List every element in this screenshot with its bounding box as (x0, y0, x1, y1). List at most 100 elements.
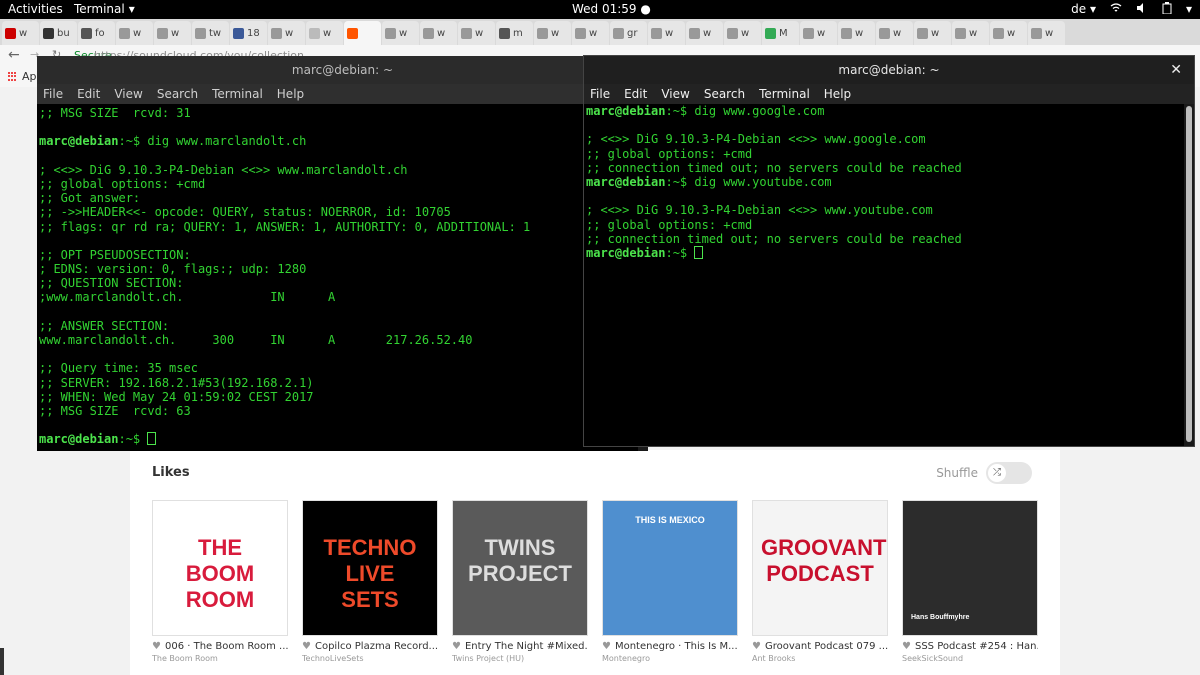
browser-tab[interactable]: w (420, 21, 457, 45)
menu-item-view[interactable]: View (661, 87, 689, 101)
close-icon[interactable]: ✕ (1170, 56, 1182, 84)
browser-tab[interactable]: m (496, 21, 533, 45)
tab-favicon-icon (651, 27, 662, 39)
track-card[interactable]: THIS IS MEXICO ♥ Montenegro · This Is M...… (602, 500, 738, 663)
keyboard-layout[interactable]: de ▾ (1071, 2, 1096, 17)
terminal-2-output[interactable]: marc@debian:~$ dig www.google.com; <<>> … (586, 104, 1182, 446)
track-title-row[interactable]: ♥ 006 · The Boom Room ... (152, 641, 288, 652)
terminal-2-scrollbar[interactable] (1184, 104, 1194, 446)
track-cover-art[interactable]: TWINS PROJECT (452, 500, 588, 636)
browser-tab[interactable]: w (914, 21, 951, 45)
heart-icon[interactable]: ♥ (152, 641, 161, 652)
shuffle-toggle[interactable]: ⤮ (986, 462, 1032, 484)
terminal-1-titlebar[interactable]: marc@debian: ~ (37, 56, 648, 84)
shuffle-control[interactable]: Shuffle ⤮ (936, 462, 1032, 484)
heart-icon[interactable]: ♥ (752, 641, 761, 652)
track-user[interactable]: Ant Brooks (752, 654, 888, 663)
track-user[interactable]: Twins Project (HU) (452, 654, 588, 663)
menu-item-edit[interactable]: Edit (624, 87, 647, 101)
activities-button[interactable]: Activities (8, 2, 63, 16)
back-arrow-icon[interactable]: ← (8, 47, 20, 63)
track-cover-art[interactable]: TECHNO LIVE SETS (302, 500, 438, 636)
browser-tab[interactable]: w (306, 21, 343, 45)
browser-tab[interactable]: w (534, 21, 571, 45)
heart-icon[interactable]: ♥ (902, 641, 911, 652)
heart-icon[interactable]: ♥ (602, 641, 611, 652)
heart-icon[interactable]: ♥ (302, 641, 311, 652)
browser-tab[interactable]: w (648, 21, 685, 45)
track-title-row[interactable]: ♥ Montenegro · This Is M... (602, 641, 738, 652)
browser-tab[interactable]: w (268, 21, 305, 45)
menu-item-terminal[interactable]: Terminal (759, 87, 810, 101)
browser-tab[interactable]: gr (610, 21, 647, 45)
terminal-window-1[interactable]: marc@debian: ~ File Edit View Search Termina… (37, 56, 648, 451)
track-user[interactable]: TechnoLiveSets (302, 654, 438, 663)
menu-item-file[interactable]: File (590, 87, 610, 101)
menu-item-file[interactable]: File (43, 87, 63, 101)
menu-item-search[interactable]: Search (704, 87, 745, 101)
menu-item-search[interactable]: Search (157, 87, 198, 101)
browser-tab[interactable]: w (458, 21, 495, 45)
menu-item-help[interactable]: Help (824, 87, 851, 101)
browser-tab[interactable]: w (800, 21, 837, 45)
track-user[interactable]: The Boom Room (152, 654, 288, 663)
track-title[interactable]: Montenegro · This Is M... (615, 641, 738, 652)
menu-item-edit[interactable]: Edit (77, 87, 100, 101)
track-title[interactable]: Copilco Plazma Record... (315, 641, 438, 652)
track-title-row[interactable]: ♥ Groovant Podcast 079 ... (752, 641, 888, 652)
clock[interactable]: Wed 01:59 ● (572, 2, 651, 16)
menu-item-help[interactable]: Help (277, 87, 304, 101)
apps-bookmark[interactable]: Ap (8, 70, 37, 83)
track-card[interactable]: TECHNO LIVE SETS ♥ Copilco Plazma Record..… (302, 500, 438, 663)
track-title[interactable]: Groovant Podcast 079 ... (765, 641, 888, 652)
browser-tab[interactable]: w (1028, 21, 1065, 45)
browser-tab[interactable]: w (876, 21, 913, 45)
track-title-row[interactable]: ♥ Copilco Plazma Record... (302, 641, 438, 652)
browser-tab[interactable]: w (838, 21, 875, 45)
gnome-top-bar: Activities Terminal ▾ Wed 01:59 ● de ▾ ▾ (0, 0, 1200, 19)
track-user[interactable]: SeekSickSound (902, 654, 1038, 663)
app-menu[interactable]: Terminal ▾ (74, 2, 135, 16)
terminal-line: ;; connection timed out; no servers coul… (586, 232, 1182, 246)
browser-tab[interactable]: w (990, 21, 1027, 45)
track-cover-art[interactable]: THE BOOM ROOM (152, 500, 288, 636)
browser-tab[interactable]: fo (78, 21, 115, 45)
track-cover-art[interactable]: GROOVANT PODCAST (752, 500, 888, 636)
browser-tab[interactable]: w (686, 21, 723, 45)
tab-label: w (703, 27, 712, 39)
browser-tab[interactable]: w (116, 21, 153, 45)
browser-tab[interactable]: w (952, 21, 989, 45)
browser-tab[interactable]: M (762, 21, 799, 45)
track-cover-art[interactable]: THIS IS MEXICO (602, 500, 738, 636)
browser-tab[interactable]: 18 (230, 21, 267, 45)
track-card[interactable]: TWINS PROJECT ♥ Entry The Night #Mixed... T… (452, 500, 588, 663)
browser-tab[interactable]: w (572, 21, 609, 45)
track-card[interactable]: Hans Bouffmyhre ♥ SSS Podcast #254 : Han..… (902, 500, 1038, 663)
browser-tab[interactable]: w (154, 21, 191, 45)
track-title[interactable]: Entry The Night #Mixed... (465, 641, 588, 652)
terminal-1-output[interactable]: ;; MSG SIZE rcvd: 31 marc@debian:~$ dig w… (39, 106, 636, 451)
track-title-row[interactable]: ♥ SSS Podcast #254 : Han... (902, 641, 1038, 652)
track-card[interactable]: THE BOOM ROOM ♥ 006 · The Boom Room ... The… (152, 500, 288, 663)
menu-item-view[interactable]: View (114, 87, 142, 101)
browser-tab[interactable]: bu (40, 21, 77, 45)
browser-tab[interactable]: w (382, 21, 419, 45)
scrollbar-thumb[interactable] (1186, 106, 1192, 442)
menu-item-terminal[interactable]: Terminal (212, 87, 263, 101)
track-cover-art[interactable]: Hans Bouffmyhre (902, 500, 1038, 636)
system-tray[interactable]: de ▾ ▾ (1071, 2, 1192, 17)
track-card[interactable]: GROOVANT PODCAST ♥ Groovant Podcast 079 ..… (752, 500, 888, 663)
terminal-window-2[interactable]: marc@debian: ~ ✕ File Edit View Search Termi… (583, 55, 1195, 447)
browser-tab[interactable]: w (724, 21, 761, 45)
terminal-text: ;; flags: qr rd ra; QUERY: 1, ANSWER: 1,… (39, 219, 531, 234)
heart-icon[interactable]: ♥ (452, 641, 461, 652)
terminal-line: ;; global options: +cmd (586, 147, 1182, 161)
track-user[interactable]: Montenegro (602, 654, 738, 663)
browser-tab[interactable]: w (2, 21, 39, 45)
track-title-row[interactable]: ♥ Entry The Night #Mixed... (452, 641, 588, 652)
browser-tab[interactable] (344, 21, 381, 45)
track-title[interactable]: SSS Podcast #254 : Han... (915, 641, 1038, 652)
track-title[interactable]: 006 · The Boom Room ... (165, 641, 288, 652)
browser-tab[interactable]: tw (192, 21, 229, 45)
terminal-2-titlebar[interactable]: marc@debian: ~ ✕ (584, 56, 1194, 84)
